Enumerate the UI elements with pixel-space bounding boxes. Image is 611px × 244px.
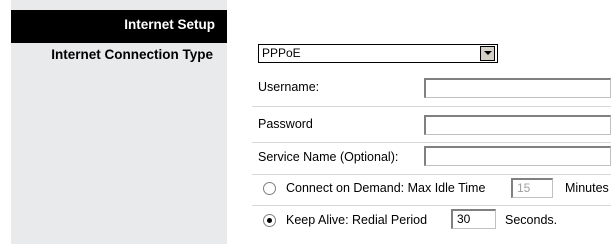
connect-on-demand-label: Connect on Demand: Max Idle Time (286, 181, 486, 195)
connect-on-demand-radio[interactable] (263, 182, 276, 195)
seconds-unit-label: Seconds. (505, 213, 558, 227)
divider (252, 106, 611, 107)
redial-period-input[interactable]: 30 (451, 209, 496, 229)
keep-alive-label: Keep Alive: Redial Period (286, 213, 428, 227)
username-field[interactable] (424, 78, 611, 98)
divider (252, 142, 611, 143)
max-idle-time-input[interactable]: 15 (511, 178, 553, 198)
password-field[interactable] (424, 115, 611, 135)
divider (252, 174, 611, 175)
username-label: Username: (258, 80, 320, 94)
password-label: Password (258, 117, 313, 131)
divider (252, 205, 611, 206)
connection-type-value: PPPoE (262, 46, 301, 60)
minutes-unit-label: Minutes (565, 181, 609, 195)
chevron-down-icon[interactable] (480, 46, 495, 61)
connection-type-label: Internet Connection Type (51, 47, 213, 62)
connection-type-select[interactable]: PPPoE (258, 44, 498, 63)
service-name-field[interactable] (424, 146, 611, 166)
label-column: Internet Connection Type (11, 0, 227, 244)
service-name-label: Service Name (Optional): (258, 150, 399, 164)
keep-alive-radio[interactable] (263, 214, 276, 227)
